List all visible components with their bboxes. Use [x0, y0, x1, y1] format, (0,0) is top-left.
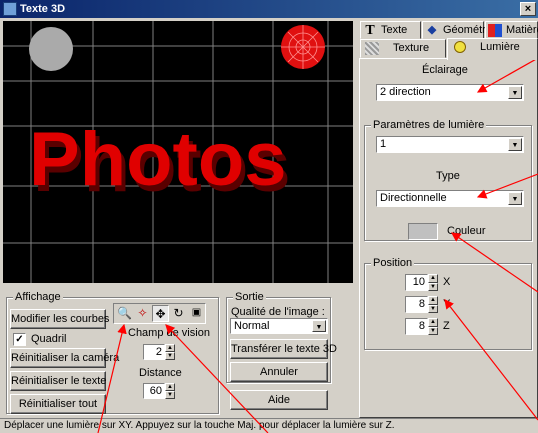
affichage-legend: Affichage [13, 291, 63, 303]
aide-button[interactable]: Aide [230, 390, 328, 410]
z-label: Z [443, 320, 450, 332]
tab-matiere-label: Matière [506, 24, 538, 36]
tab-lumiere[interactable]: Lumière [447, 38, 538, 60]
viewport-graphics: Photos Photos [3, 21, 353, 283]
status-bar: Déplacer une lumière sur XY. Appuyez sur… [0, 418, 538, 433]
x-label: X [443, 276, 451, 288]
material-icon [488, 23, 502, 37]
tab-texture-label: Texture [393, 42, 430, 54]
type-select[interactable]: Directionnelle ▼ [376, 190, 524, 207]
preview-viewport[interactable]: Photos Photos [3, 21, 353, 283]
x-spinner[interactable]: ▲ ▼ [428, 274, 438, 291]
tab-strip: T Texte ◆Géométrie Matière Texture Lumièr… [359, 21, 538, 60]
texture-icon [365, 41, 379, 55]
couleur-swatch[interactable] [408, 223, 438, 240]
tab-texte[interactable]: T Texte [360, 21, 421, 39]
champ-label: Champ de vision [128, 327, 210, 339]
z-spinner[interactable]: ▲ ▼ [428, 318, 438, 335]
zoom-icon[interactable]: 🔍 [116, 305, 133, 322]
reinit-tout-button[interactable]: Réinitialiser tout [10, 394, 106, 414]
app-icon [3, 2, 17, 16]
close-button[interactable]: × [520, 2, 536, 16]
title-bar: Texte 3D × [0, 0, 538, 18]
light-sphere-1[interactable] [29, 27, 73, 71]
tab-lumiere-label: Lumière [480, 41, 520, 53]
eclairage-value: 2 direction [380, 86, 431, 98]
quadril-label: Quadril [31, 333, 67, 345]
transferer-button[interactable]: Transférer le texte 3D [230, 339, 337, 359]
param-select[interactable]: 1 ▼ [376, 136, 524, 153]
tab-matiere[interactable]: Matière [485, 21, 538, 39]
z-input[interactable]: 8 [405, 318, 428, 335]
texte-3d-window: Texte 3D × Photos Photos Affichage Modif… [0, 0, 538, 433]
chevron-down-icon: ▼ [508, 192, 522, 205]
y-spinner[interactable]: ▲ ▼ [428, 296, 438, 313]
y-label: Y [443, 298, 451, 310]
distance-input[interactable]: 60 [143, 383, 165, 399]
viewport-3d-text: Photos [29, 117, 287, 202]
light-icon[interactable]: ▣ [188, 305, 205, 322]
eclairage-select[interactable]: 2 direction ▼ [376, 84, 524, 101]
quadril-checkbox[interactable]: ✓ [13, 333, 26, 346]
chevron-down-icon: ▼ [508, 86, 522, 99]
type-label: Type [436, 170, 460, 182]
tab-texte-label: Texte [381, 24, 408, 36]
tab-geometrie[interactable]: ◆ Géométrie [422, 21, 494, 39]
champ-input[interactable]: 2 [143, 344, 165, 360]
pan-icon[interactable]: ✧ [134, 305, 151, 322]
tab-texture[interactable]: Texture [360, 39, 446, 58]
reinit-texte-button[interactable]: Réinitialiser le texte [10, 371, 106, 391]
qualite-select[interactable]: Normal ▼ [230, 318, 328, 334]
geometry-icon: ◆ [427, 23, 437, 36]
text-t-icon: T [365, 22, 375, 38]
y-input[interactable]: 8 [405, 296, 428, 313]
annuler-button[interactable]: Annuler [230, 362, 328, 382]
qualite-label: Qualité de l'image : [231, 306, 325, 318]
reinit-camera-button[interactable]: Réinitialiser la caméra [10, 348, 119, 368]
lightbulb-icon [454, 41, 466, 54]
params-legend: Paramètres de lumière [371, 119, 487, 131]
move-icon[interactable]: ✥ [152, 305, 169, 322]
light-sphere-2[interactable] [281, 25, 325, 69]
position-legend: Position [371, 257, 415, 269]
param-value: 1 [380, 138, 387, 150]
couleur-label: Couleur [447, 225, 486, 237]
chevron-down-icon: ▼ [312, 320, 326, 332]
distance-spinner[interactable]: ▲ ▼ [165, 383, 175, 399]
eclairage-label: Éclairage [422, 64, 468, 76]
qualite-value: Normal [234, 320, 270, 332]
rotate-icon[interactable]: ↻ [170, 305, 187, 322]
type-value: Directionnelle [380, 192, 447, 204]
champ-spinner[interactable]: ▲ ▼ [165, 344, 175, 360]
sortie-legend: Sortie [233, 291, 266, 303]
x-input[interactable]: 10 [405, 274, 428, 291]
modifier-courbes-button[interactable]: Modifier les courbes [10, 309, 109, 329]
chevron-down-icon: ▼ [508, 138, 522, 151]
reinit-tout-label: Réinitialiser tout [18, 398, 98, 410]
distance-label: Distance [139, 367, 182, 379]
window-title: Texte 3D [20, 3, 66, 15]
